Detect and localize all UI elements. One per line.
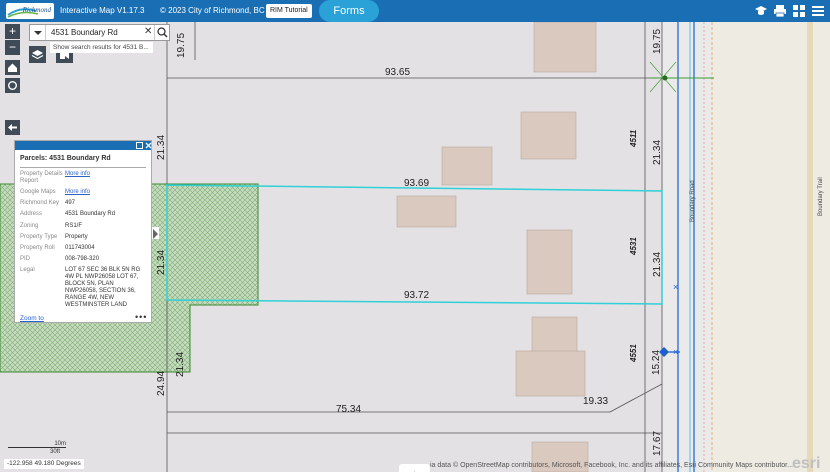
- dimension-label: 93.69: [404, 178, 429, 189]
- search-button[interactable]: [154, 25, 169, 40]
- close-icon[interactable]: [145, 142, 152, 149]
- print-icon[interactable]: [773, 4, 787, 18]
- coordinates-readout: -122.958 49.180 Degrees: [4, 459, 84, 469]
- svg-text:×: ×: [673, 282, 678, 292]
- dimension-label: 21.34: [652, 252, 663, 277]
- scale-metric: 10m: [8, 441, 66, 448]
- zoom-to-link[interactable]: Zoom to: [20, 315, 44, 322]
- home-icon: [8, 63, 17, 72]
- grid-apps-icon[interactable]: [792, 4, 806, 18]
- layers-button[interactable]: [29, 46, 46, 63]
- dimension-label: 17.67: [652, 431, 663, 456]
- dimension-label: 24.94: [156, 371, 167, 396]
- esri-logo: esri: [792, 455, 820, 472]
- search-icon: [157, 27, 168, 38]
- popup-title: Parcels: 4531 Boundary Rd: [20, 155, 111, 162]
- app-header: Richmond Interactive Map V1.17.3 © 2023 …: [0, 0, 830, 22]
- caret-down-icon: [34, 31, 42, 35]
- dimension-label: 21.34: [156, 250, 167, 275]
- address-label: 4511: [629, 129, 638, 148]
- menu-icon[interactable]: [811, 4, 825, 18]
- svg-text:×: ×: [673, 347, 678, 357]
- scale-imperial: 30ft: [49, 449, 60, 455]
- arrow-left-icon: [8, 124, 17, 131]
- popup-divider: [20, 167, 146, 168]
- locate-icon: [8, 81, 17, 90]
- app-title: Interactive Map V1.17.3: [60, 6, 145, 15]
- forms-button[interactable]: Forms: [319, 0, 379, 22]
- scale-bar: 10m 30ft: [8, 441, 66, 455]
- dimension-label: 21.34: [175, 352, 186, 377]
- bottom-panel-toggle[interactable]: [399, 464, 430, 472]
- rim-tutorial-button[interactable]: RIM Tutorial: [266, 4, 312, 18]
- search-box: ✕: [29, 24, 170, 41]
- dimension-label: 21.34: [652, 140, 663, 165]
- search-suggestion[interactable]: Show search results for 4531 B...: [50, 42, 153, 53]
- map-attribution: ia data © OpenStreetMap contributors, Mi…: [430, 462, 793, 469]
- dimension-label: 93.65: [385, 67, 410, 78]
- copyright-text: © 2023 City of Richmond, BC: [160, 6, 265, 15]
- parcel-popup: Parcels: 4531 Boundary Rd Property Detai…: [14, 140, 152, 323]
- locate-button[interactable]: [5, 78, 20, 93]
- richmond-logo[interactable]: Richmond: [6, 3, 54, 19]
- back-button[interactable]: [5, 120, 20, 135]
- graduation-cap-icon[interactable]: [754, 4, 768, 18]
- zoom-out-button[interactable]: −: [5, 40, 20, 55]
- dimension-label: 21.34: [156, 135, 167, 160]
- property-details-link[interactable]: More info: [65, 171, 147, 178]
- boundary-road: [662, 22, 712, 472]
- dimension-label: 19.75: [176, 33, 187, 58]
- address-label: 4531: [629, 237, 638, 256]
- dimension-label: 93.72: [404, 290, 429, 301]
- chevron-right-icon: [153, 229, 158, 239]
- dimension-label: 75.34: [336, 404, 361, 415]
- google-maps-link[interactable]: More info: [65, 189, 147, 196]
- dimension-label: 15.24: [651, 350, 662, 375]
- search-input[interactable]: [51, 25, 147, 40]
- address-label: 4551: [629, 344, 638, 363]
- road-label: Boundary Trail: [818, 177, 824, 216]
- more-options-icon[interactable]: •••: [135, 312, 147, 322]
- road-label: Boundary Road: [690, 180, 696, 222]
- zoom-in-button[interactable]: +: [5, 24, 20, 39]
- layers-icon: [31, 50, 44, 60]
- home-button[interactable]: [5, 60, 20, 75]
- popup-titlebar: [15, 141, 152, 150]
- dimension-label: 19.75: [652, 29, 663, 54]
- popup-expand-handle[interactable]: [152, 227, 159, 239]
- search-source-dropdown[interactable]: [30, 25, 46, 40]
- dimension-label: 19.33: [583, 396, 608, 407]
- clear-search-icon[interactable]: ✕: [144, 26, 152, 38]
- logo-text: Richmond: [22, 6, 51, 14]
- dock-icon[interactable]: [136, 142, 143, 149]
